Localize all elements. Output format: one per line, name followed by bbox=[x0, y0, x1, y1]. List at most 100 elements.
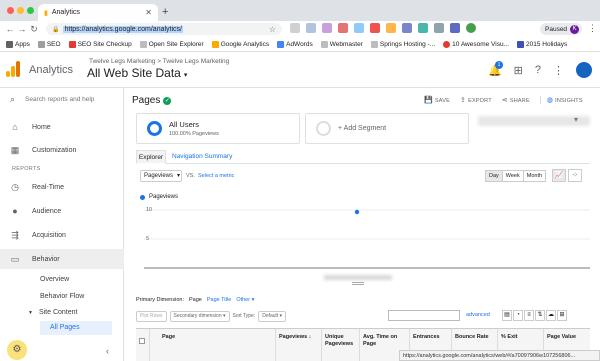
dimension-page-title[interactable]: Page Title bbox=[207, 297, 231, 303]
view-selector[interactable]: All Web Site Data ▾ bbox=[87, 66, 187, 80]
segment-share: 100.00% Pageviews bbox=[169, 131, 219, 137]
tab-navigation-summary[interactable]: Navigation Summary bbox=[172, 150, 232, 164]
bookmark-seo[interactable]: SEO bbox=[37, 40, 61, 48]
day-button[interactable]: Day bbox=[485, 170, 503, 182]
sidebar-item-all-pages[interactable]: All Pages bbox=[40, 321, 112, 335]
column-header-page[interactable]: Page bbox=[150, 329, 276, 361]
extension-icon[interactable] bbox=[354, 23, 364, 33]
plot-rows-button[interactable]: Plot Rows bbox=[136, 310, 167, 322]
bookmark-apps[interactable]: Apps bbox=[6, 40, 30, 48]
search-input[interactable] bbox=[25, 96, 106, 103]
motion-chart-icon[interactable]: ⁘ bbox=[568, 169, 582, 182]
bookmark-seo-site-checkup[interactable]: SEO Site Checkup bbox=[68, 40, 132, 48]
sidebar-item-behavior-flow[interactable]: Behavior Flow bbox=[40, 293, 84, 300]
extension-icon[interactable] bbox=[370, 23, 380, 33]
bookmark-awesome-visu[interactable]: 10 Awesome Visu... bbox=[443, 40, 509, 48]
forward-icon[interactable]: → bbox=[16, 24, 28, 34]
admin-gear-icon[interactable]: ⚙ bbox=[7, 340, 27, 360]
advanced-filter-link[interactable]: advanced bbox=[466, 312, 490, 318]
segment-ring-icon bbox=[147, 121, 162, 136]
comparison-view-icon[interactable]: ⇅ bbox=[535, 310, 545, 321]
share-icon: ⋖ bbox=[501, 97, 508, 104]
sidebar: ⌕ ⌂Home ▦Customization REPORTS ◷Real-Tim… bbox=[0, 88, 124, 361]
maximize-window-button[interactable] bbox=[27, 7, 34, 14]
profile-button[interactable]: Paused K bbox=[540, 23, 583, 35]
insights-button[interactable]: ◍ INSIGHTS bbox=[539, 96, 583, 104]
extension-icon[interactable] bbox=[450, 23, 460, 33]
apps-grid-icon[interactable]: ⊞ bbox=[514, 64, 523, 77]
breadcrumb[interactable]: Twelve Legs Marketing > Twelve Legs Mark… bbox=[89, 58, 229, 65]
extension-icon[interactable] bbox=[434, 23, 444, 33]
select-metric-link[interactable]: Select a metric bbox=[198, 173, 234, 179]
sidebar-item-acquisition[interactable]: ⇶ Acquisition bbox=[0, 225, 124, 245]
chart-resize-handle[interactable] bbox=[352, 282, 364, 285]
tab-explorer[interactable]: Explorer bbox=[136, 150, 166, 164]
bookmark-springs-hosting[interactable]: Springs Hosting -... bbox=[370, 40, 435, 48]
sidebar-search[interactable]: ⌕ bbox=[10, 94, 106, 105]
save-button[interactable]: 💾 SAVE bbox=[424, 96, 450, 104]
bookmark-google-analytics[interactable]: Google Analytics bbox=[211, 40, 269, 48]
performance-view-icon[interactable]: ≡ bbox=[524, 310, 534, 321]
term-cloud-view-icon[interactable]: ☁ bbox=[546, 310, 556, 321]
secondary-dimension-select[interactable]: Secondary dimension ▾ bbox=[169, 310, 230, 322]
table-search-input[interactable] bbox=[388, 310, 460, 321]
extension-icon[interactable] bbox=[402, 23, 412, 33]
metric-select[interactable]: Pageviews ▾ bbox=[140, 170, 182, 182]
sidebar-item-customization[interactable]: ▦ Customization bbox=[0, 140, 124, 160]
analytics-logo-icon[interactable] bbox=[6, 61, 20, 77]
adwords-icon bbox=[277, 40, 285, 48]
close-window-button[interactable] bbox=[7, 7, 14, 14]
bookmark-2015-holidays[interactable]: 2015 Holidays bbox=[517, 40, 567, 48]
bookmark-adwords[interactable]: AdWords bbox=[277, 40, 313, 48]
data-point[interactable] bbox=[354, 209, 360, 215]
extension-icon[interactable] bbox=[386, 23, 396, 33]
sidebar-item-overview[interactable]: Overview bbox=[40, 276, 69, 283]
help-icon[interactable]: ? bbox=[535, 64, 541, 76]
select-all-checkbox[interactable] bbox=[136, 329, 150, 361]
bookmark-webmaster[interactable]: Webmaster bbox=[320, 40, 363, 48]
address-bar[interactable]: 🔒 https://analytics.google.com/analytics… bbox=[46, 23, 282, 35]
bookmark-open-site-explorer[interactable]: Open Site Explorer bbox=[139, 40, 204, 48]
person-icon: ● bbox=[12, 206, 18, 216]
sidebar-item-audience[interactable]: ● Audience bbox=[0, 201, 124, 221]
week-button[interactable]: Week bbox=[501, 170, 524, 182]
dimension-other[interactable]: Other ▾ bbox=[236, 297, 254, 303]
back-icon[interactable]: ← bbox=[4, 24, 16, 34]
add-segment-button[interactable]: + Add Segment bbox=[305, 113, 469, 144]
extension-icon[interactable] bbox=[338, 23, 348, 33]
share-button[interactable]: ⋖ SHARE bbox=[502, 96, 530, 104]
browser-menu-icon[interactable]: ⋮ bbox=[588, 23, 597, 34]
new-tab-button[interactable]: + bbox=[162, 6, 168, 18]
caret-down-icon[interactable]: ▾ bbox=[574, 115, 578, 124]
sidebar-item-realtime[interactable]: ◷ Real-Time bbox=[0, 177, 124, 197]
month-button[interactable]: Month bbox=[522, 170, 547, 182]
segment-card[interactable]: All Users 100.00% Pageviews bbox=[136, 113, 300, 144]
more-vert-icon[interactable]: ⋮ bbox=[553, 64, 564, 77]
minimize-window-button[interactable] bbox=[17, 7, 24, 14]
extension-icon[interactable] bbox=[322, 23, 332, 33]
percentage-view-icon[interactable]: ◔ bbox=[513, 310, 523, 321]
sort-type-select[interactable]: Default ▾ bbox=[258, 310, 286, 322]
url-text[interactable]: https://analytics.google.com/analytics/ bbox=[63, 25, 183, 33]
export-button[interactable]: ⇪ EXPORT bbox=[460, 96, 492, 104]
extension-icon[interactable] bbox=[466, 23, 476, 33]
sidebar-item-home[interactable]: ⌂ Home bbox=[0, 117, 124, 137]
column-header-pageviews[interactable]: Pageviews ↓ bbox=[276, 329, 322, 361]
sidebar-item-behavior[interactable]: ▭ Behavior bbox=[0, 249, 124, 269]
browser-tab[interactable]: ▮ Analytics ✕ bbox=[38, 4, 158, 21]
close-tab-icon[interactable]: ✕ bbox=[145, 8, 152, 17]
extension-icon[interactable] bbox=[306, 23, 316, 33]
extension-icon[interactable] bbox=[418, 23, 428, 33]
sidebar-item-site-content[interactable]: ▼ Site Content bbox=[28, 309, 77, 316]
notifications-bell-icon[interactable]: 🔔 1 bbox=[488, 60, 503, 77]
table-view-icon[interactable]: ▤ bbox=[502, 310, 512, 321]
reload-icon[interactable]: ↻ bbox=[28, 24, 40, 35]
account-avatar[interactable] bbox=[576, 62, 592, 78]
column-header-unique-pageviews[interactable]: Unique Pageviews bbox=[322, 329, 360, 361]
bookmark-star-icon[interactable]: ☆ bbox=[269, 25, 276, 34]
collapse-sidebar-icon[interactable]: ‹ bbox=[106, 346, 109, 356]
dimension-page[interactable]: Page bbox=[189, 297, 202, 303]
line-chart-icon[interactable]: 📈 bbox=[552, 169, 566, 182]
extension-icon[interactable] bbox=[290, 23, 300, 33]
pivot-view-icon[interactable]: ⊞ bbox=[557, 310, 567, 321]
